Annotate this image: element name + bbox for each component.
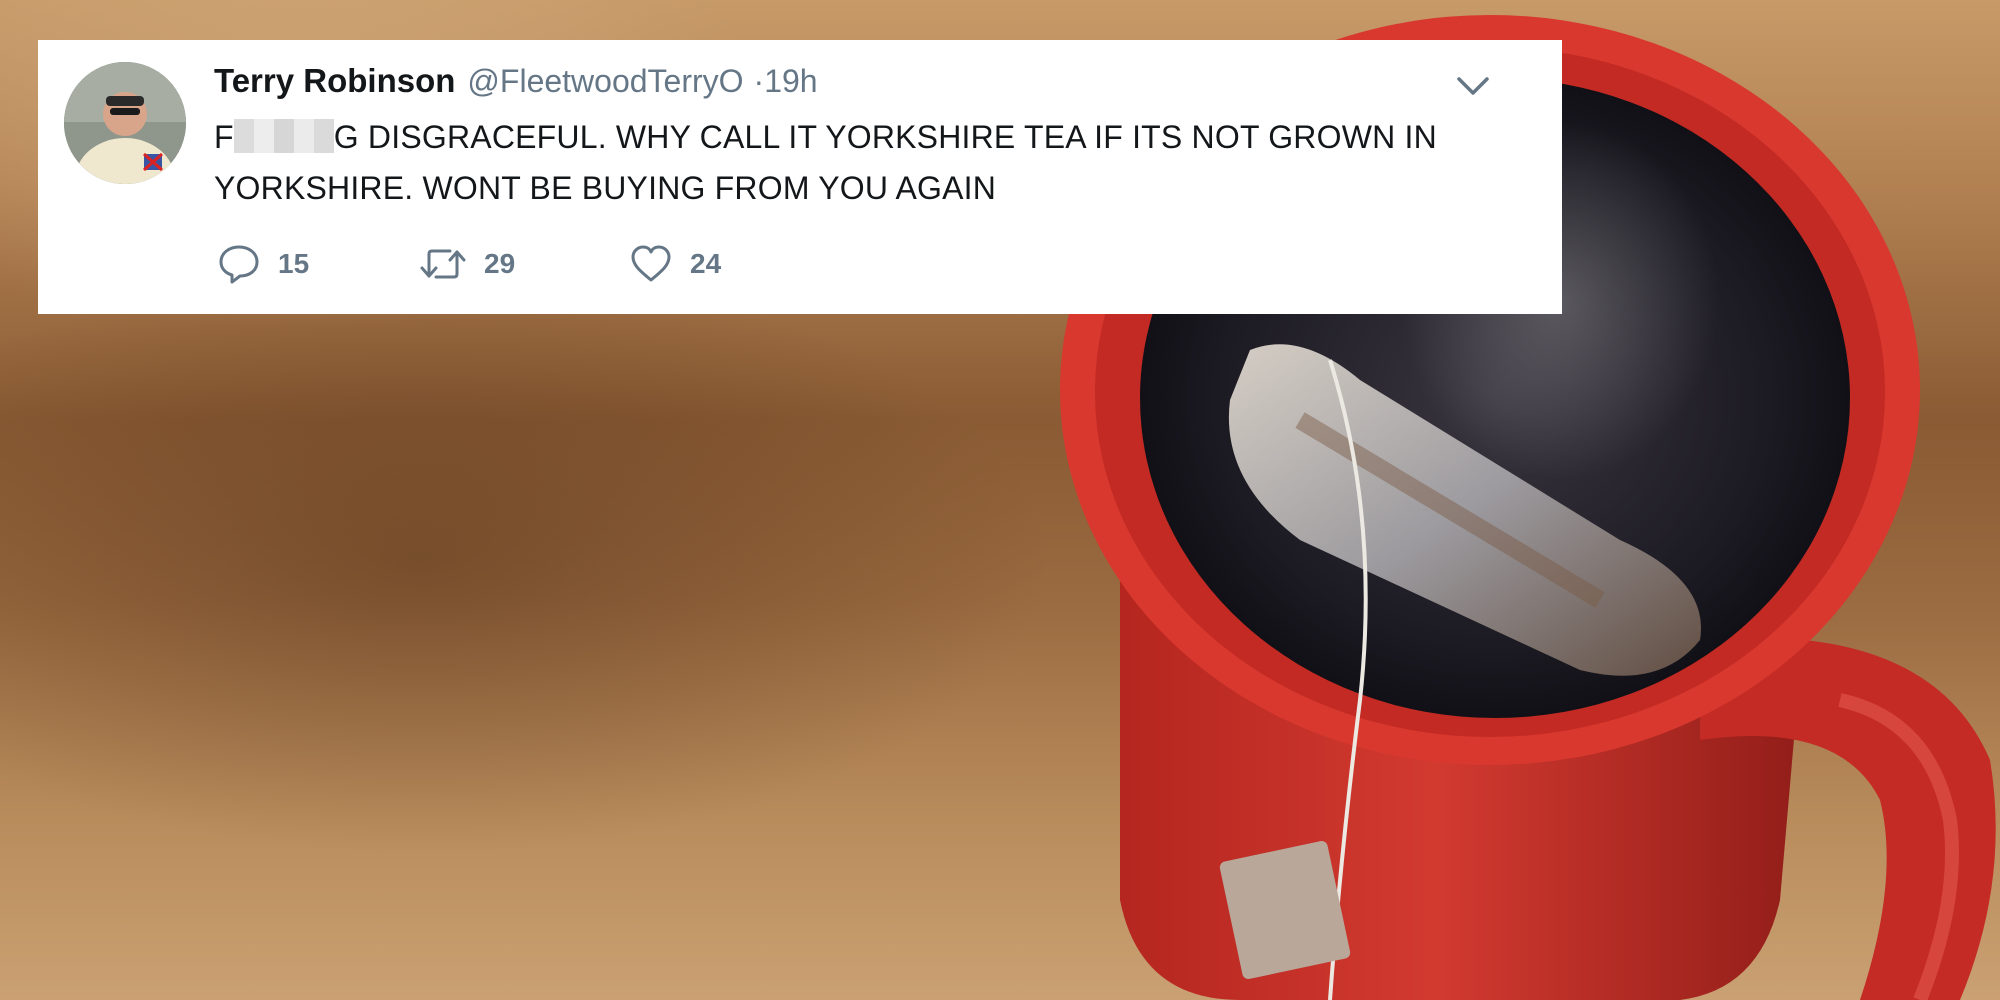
tweet-text: FG DISGRACEFUL. WHY CALL IT YORKSHIRE TE…: [214, 112, 1474, 214]
retweet-icon: [420, 249, 466, 279]
censor-blur: [233, 119, 334, 153]
tweet-card: Terry Robinson @FleetwoodTerryO ·19h FG …: [38, 40, 1562, 314]
like-count: 24: [690, 248, 722, 279]
heart-icon: [631, 245, 671, 282]
reply-button[interactable]: 15: [218, 244, 420, 284]
tweet-text-rest: G DISGRACEFUL. WHY CALL IT YORKSHIRE TEA…: [214, 119, 1437, 206]
tweet-text-prefix: F: [214, 119, 234, 155]
tweet-actions: 15 29 24: [218, 242, 721, 286]
retweet-count: 29: [484, 248, 516, 279]
avatar[interactable]: [64, 62, 186, 184]
reply-count: 15: [278, 248, 310, 279]
chevron-down-icon[interactable]: [1456, 74, 1490, 98]
timestamp[interactable]: ·19h: [754, 63, 818, 100]
profile-photo: [64, 62, 186, 184]
tweet-header: Terry Robinson @FleetwoodTerryO ·19h: [214, 62, 818, 106]
like-button[interactable]: 24: [630, 245, 721, 283]
reply-icon: [219, 245, 259, 284]
display-name[interactable]: Terry Robinson: [214, 62, 455, 100]
user-handle[interactable]: @FleetwoodTerryO: [467, 63, 743, 100]
retweet-button[interactable]: 29: [420, 246, 630, 282]
